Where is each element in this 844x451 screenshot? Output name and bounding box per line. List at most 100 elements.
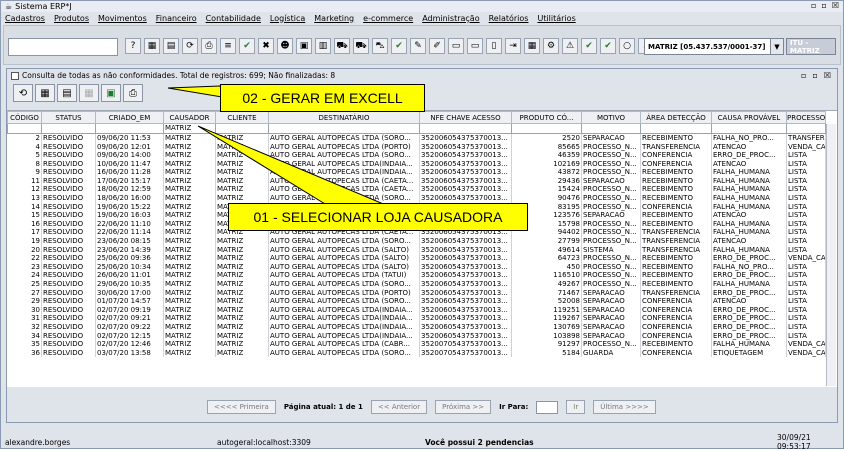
- goto-button[interactable]: Ir: [566, 400, 586, 414]
- menu-cadastros[interactable]: Cadastros: [5, 14, 45, 23]
- col-produto[interactable]: PRODUTO CÓ...: [511, 111, 582, 124]
- close-button[interactable]: ☒: [832, 1, 839, 10]
- window2-icon[interactable]: ▭: [467, 38, 483, 54]
- table-row[interactable]: 12 RESOLVIDO 18/06/20 12:59 MATRIZ MATRIZ AUT…: [7, 185, 826, 194]
- menu-ecommerce[interactable]: e-commerce: [363, 14, 413, 23]
- filter-processo[interactable]: [786, 123, 826, 134]
- store-select[interactable]: MATRIZ [05.437.537/0001-37]: [644, 38, 774, 55]
- last-page-button[interactable]: Última >>>>: [593, 400, 656, 414]
- col-causa[interactable]: CAUSA PROVÁVEL: [711, 111, 787, 124]
- col-destinatario[interactable]: DESTINATÁRIO: [268, 111, 420, 124]
- table-row[interactable]: 32 RESOLVIDO 02/07/20 09:22 MATRIZ MATRIZ AUT…: [7, 322, 826, 332]
- refresh-icon[interactable]: ⟳: [182, 38, 198, 54]
- table-row[interactable]: 9 RESOLVIDO 16/06/20 11:28 MATRIZ MATRIZ AUTO…: [7, 168, 826, 177]
- table-row[interactable]: 19 RESOLVIDO 23/06/20 08:15 MATRIZ MATRIZ AUT…: [7, 236, 826, 246]
- box-icon[interactable]: ▣: [296, 38, 312, 54]
- cancel-icon[interactable]: ✖: [258, 38, 274, 54]
- table-row[interactable]: 24 RESOLVIDO 26/06/20 11:01 MATRIZ MATRIZ AUT…: [7, 271, 826, 280]
- filter-nfe[interactable]: [419, 123, 512, 134]
- table-row[interactable]: 27 RESOLVIDO 30/06/20 17:00 MATRIZ MATRIZ AUT…: [7, 288, 826, 298]
- report-icon[interactable]: ▤: [163, 38, 179, 54]
- table-row[interactable]: 5 RESOLVIDO 09/06/20 14:00 MATRIZ MATRIZ AUTO…: [7, 151, 826, 160]
- col-status[interactable]: STATUS: [41, 111, 96, 124]
- menu-financeiro[interactable]: Financeiro: [156, 14, 197, 23]
- filter-area[interactable]: [640, 123, 712, 134]
- document-icon[interactable]: ▯: [486, 38, 502, 54]
- cart2-icon[interactable]: ⛟: [353, 38, 369, 54]
- menu-produtos[interactable]: Produtos: [54, 14, 89, 23]
- menu-contabilidade[interactable]: Contabilidade: [206, 14, 261, 23]
- menu-movimentos[interactable]: Movimentos: [98, 14, 147, 23]
- goto-page-input[interactable]: [536, 400, 559, 414]
- menu-logistica[interactable]: Logística: [270, 14, 305, 23]
- table-row[interactable]: 2 RESOLVIDO 09/06/20 11:53 MATRIZ MATRIZ AUTO…: [7, 133, 826, 143]
- chevron-down-icon[interactable]: ▼: [770, 38, 784, 55]
- chart-icon[interactable]: ▥: [315, 38, 331, 54]
- calculator-icon[interactable]: ▦: [144, 38, 160, 54]
- store-select-secondary[interactable]: ITU - MATRIZ: [786, 38, 836, 55]
- minimize-button[interactable]: ▫: [811, 1, 816, 10]
- col-processo[interactable]: PROCESSO: [786, 111, 826, 124]
- table-row[interactable]: 22 RESOLVIDO 25/06/20 09:36 MATRIZ MATRIZ AUT…: [7, 254, 826, 263]
- list-icon[interactable]: ≡: [220, 38, 236, 54]
- table-row[interactable]: 23 RESOLVIDO 25/06/20 10:34 MATRIZ MATRIZ AUT…: [7, 262, 826, 272]
- list-icon[interactable]: ▤: [57, 84, 77, 102]
- col-area[interactable]: ÁREA DETECÇÃO: [640, 111, 712, 124]
- excel-export-button[interactable]: ▣: [101, 84, 121, 102]
- ok-icon[interactable]: ✔: [581, 38, 597, 54]
- edit-icon[interactable]: ✎: [410, 38, 426, 54]
- filter-status[interactable]: [41, 123, 96, 134]
- help-icon[interactable]: ?: [125, 38, 141, 54]
- refresh-icon[interactable]: ⟲: [13, 84, 33, 102]
- filter-codigo[interactable]: [7, 123, 42, 134]
- filter-causa[interactable]: [711, 123, 787, 134]
- approve-icon[interactable]: ✔: [391, 38, 407, 54]
- col-nfe[interactable]: NFE CHAVE ACESSO: [419, 111, 512, 124]
- menu-relatorios[interactable]: Relatórios: [489, 14, 529, 23]
- first-page-button[interactable]: <<<< Primeira: [207, 400, 276, 414]
- table-row[interactable]: 20 RESOLVIDO 23/06/20 14:39 MATRIZ MATRIZ AUT…: [7, 245, 826, 255]
- col-criado-em[interactable]: CRIADO_EM: [95, 111, 164, 124]
- pencil-icon[interactable]: ✐: [429, 38, 445, 54]
- menu-marketing[interactable]: Marketing: [314, 14, 354, 23]
- check-icon[interactable]: ✔: [239, 38, 255, 54]
- table-icon[interactable]: ▦: [524, 38, 540, 54]
- inner-maximize-button[interactable]: ▫: [812, 71, 817, 80]
- col-motivo[interactable]: MOTIVO: [581, 111, 641, 124]
- print-button[interactable]: ⎙: [123, 84, 143, 102]
- table-row[interactable]: 13 RESOLVIDO 18/06/20 16:00 MATRIZ MATRIZ AUT…: [7, 193, 826, 203]
- circle-icon[interactable]: ○: [619, 38, 635, 54]
- ok2-icon[interactable]: ✔: [600, 38, 616, 54]
- window-icon[interactable]: ▭: [448, 38, 464, 54]
- filter-motivo[interactable]: [581, 123, 641, 134]
- prev-page-button[interactable]: << Anterior: [370, 400, 428, 414]
- table-row[interactable]: 35 RESOLVIDO 02/07/20 12:46 MATRIZ MATRIZ AUT…: [7, 340, 826, 349]
- table-row[interactable]: 31 RESOLVIDO 02/07/20 09:21 MATRIZ MATRIZ AUT…: [7, 314, 826, 323]
- next-page-button[interactable]: Próxima >>: [435, 400, 492, 414]
- inner-close-button[interactable]: ☒: [824, 71, 831, 80]
- col-cliente[interactable]: CLIENTE: [215, 111, 269, 124]
- forward-icon[interactable]: ⇥: [505, 38, 521, 54]
- table-row[interactable]: 29 RESOLVIDO 01/07/20 14:57 MATRIZ MATRIZ AUT…: [7, 297, 826, 306]
- menu-administracao[interactable]: Administração: [422, 14, 479, 23]
- table-row[interactable]: 25 RESOLVIDO 29/06/20 10:35 MATRIZ MATRIZ AUT…: [7, 279, 826, 289]
- table-row[interactable]: 11 RESOLVIDO 17/06/20 15:17 MATRIZ MATRIZ AUT…: [7, 176, 826, 186]
- table-row[interactable]: 4 RESOLVIDO 09/06/20 12:01 MATRIZ MATRIZ AUTO…: [7, 142, 826, 151]
- grid-icon[interactable]: ▦: [35, 84, 55, 102]
- gear-icon[interactable]: ⚙: [543, 38, 559, 54]
- truck-icon[interactable]: ⛍: [372, 38, 388, 54]
- table-row[interactable]: 36 RESOLVIDO 03/07/20 13:58 MATRIZ MATRIZ AUT…: [7, 348, 826, 358]
- col-codigo[interactable]: CÓDIGO: [7, 111, 42, 124]
- filter-criado-em[interactable]: [95, 123, 164, 134]
- col-causador[interactable]: CAUSADOR: [163, 111, 216, 124]
- user-icon[interactable]: ☻: [277, 38, 293, 54]
- inner-minimize-button[interactable]: ▫: [801, 71, 806, 80]
- filter-destinatario[interactable]: [268, 123, 420, 134]
- menu-utilitarios[interactable]: Utilitários: [537, 14, 575, 23]
- filter-cliente[interactable]: [215, 123, 269, 134]
- table-row[interactable]: 30 RESOLVIDO 02/07/20 09:19 MATRIZ MATRIZ AUT…: [7, 305, 826, 315]
- maximize-button[interactable]: ▫: [821, 1, 826, 10]
- print-icon[interactable]: ⎙: [201, 38, 217, 54]
- warning-icon[interactable]: ⚠: [562, 38, 578, 54]
- command-input[interactable]: [8, 38, 118, 56]
